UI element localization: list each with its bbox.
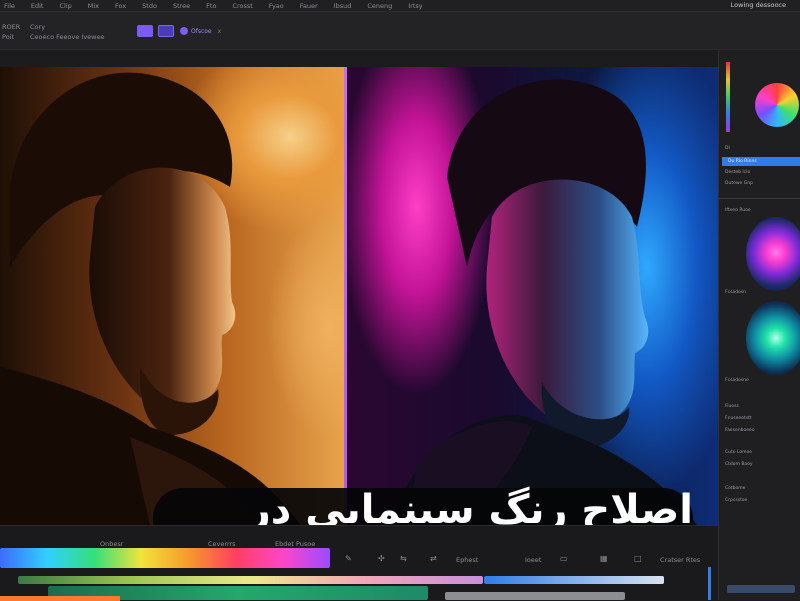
- toolbar-col-sequence: Cory Ceoeco Feeove Ivewee: [30, 22, 104, 42]
- panel-label-8[interactable]: Fnuseeotstt: [725, 416, 752, 421]
- menu-stdo[interactable]: Stdo: [142, 2, 157, 10]
- after-image: [347, 67, 718, 525]
- timeline-label-tl: Ebdet Pusoe: [275, 540, 316, 548]
- timeline-label-left: Onbesr: [100, 540, 124, 548]
- midtones-wheel[interactable]: [746, 301, 800, 375]
- fx-chip[interactable]: Ofscoe x: [180, 26, 221, 36]
- menu-bar: File Edit Clip Mix Fox Stdo Stree Fto Cr…: [0, 0, 800, 12]
- toolbar-col1-line2: Poit: [2, 33, 15, 41]
- menu-ibsud[interactable]: Ibsud: [334, 2, 352, 10]
- man-silhouette-cool: [387, 79, 697, 525]
- ripple-icon[interactable]: ⇆: [400, 554, 407, 563]
- fx-dot-icon: [180, 27, 188, 35]
- layers-button[interactable]: [158, 25, 174, 37]
- panel-selected-row[interactable]: Du Rio Rinns: [722, 157, 800, 166]
- toolbar-col-left: ROER Poit: [2, 22, 20, 42]
- menu-edit[interactable]: Edit: [31, 2, 44, 10]
- menu-clip[interactable]: Clip: [59, 2, 71, 10]
- panel-label-9[interactable]: Faesenboeeo: [725, 428, 755, 433]
- program-monitor[interactable]: اصلاح رنگ سینمایی در پریمیر: [0, 67, 718, 579]
- workspace-selector[interactable]: Lowing dessooce: [731, 1, 786, 9]
- audio-meter-track: [0, 596, 120, 601]
- panel-label-13[interactable]: Crpcsstoe: [725, 498, 747, 503]
- timeline-ioeet[interactable]: Ioeet: [525, 556, 541, 564]
- folder-icon[interactable]: ▭: [560, 554, 568, 563]
- timeline-label-mid: Ceverrrs: [208, 540, 236, 548]
- menu-fox[interactable]: Fox: [115, 2, 126, 10]
- audio-clip-track-2[interactable]: [445, 592, 625, 600]
- text-icon[interactable]: □: [634, 554, 642, 563]
- menu-mix[interactable]: Mix: [88, 2, 99, 10]
- panel-label-dl: Dl: [725, 146, 730, 151]
- before-image: [0, 67, 344, 525]
- panel-label-12[interactable]: Cotbome: [725, 486, 745, 491]
- menu-stree[interactable]: Stree: [173, 2, 190, 10]
- color-tool-button[interactable]: [137, 25, 153, 37]
- video-clip-track-1[interactable]: [18, 576, 483, 584]
- video-clip-track-2[interactable]: [484, 576, 664, 584]
- close-icon[interactable]: x: [218, 28, 222, 35]
- panel-label-7[interactable]: Fiuoss: [725, 404, 739, 409]
- lumetri-panel: Dl Du Rio Rinns Desteb Iclo Dutewe Gnp I…: [718, 50, 800, 600]
- panel-label-5: Fcsadosn: [725, 290, 746, 295]
- slip-icon[interactable]: ⇄: [430, 554, 437, 563]
- panel-label-11[interactable]: Ctdom Baoy: [725, 462, 753, 467]
- timeline-rulers[interactable]: Cratser Rtes: [660, 556, 700, 564]
- toolbar: ROER Poit Cory Ceoeco Feeove Ivewee Ofsc…: [0, 12, 800, 50]
- histogram-strip: [726, 62, 730, 132]
- pen-icon[interactable]: ✎: [345, 554, 352, 563]
- panel-label-4: Ifteeo Ruoe: [725, 208, 751, 213]
- timeline-epithet[interactable]: Ephest: [456, 556, 478, 564]
- panel-label-2[interactable]: Desteb Iclo: [725, 170, 750, 175]
- panel-divider: [719, 198, 800, 199]
- menu-irtsy[interactable]: Irtsy: [408, 2, 422, 10]
- panel-label-10[interactable]: Cuto Lomoe: [725, 450, 752, 455]
- man-silhouette-warm: [0, 72, 300, 525]
- panel-selected-label: Du Rio Rinns: [728, 159, 757, 164]
- timeline-scrollbar[interactable]: [708, 567, 711, 600]
- timeline-panel: Onbesr Ceverrrs Ebdet Pusoe ✎ ✣ ⇆ ⇄ Ephe…: [0, 525, 718, 601]
- panel-label-6: Fcsadosne: [725, 378, 749, 383]
- grid-icon[interactable]: ▦: [600, 554, 608, 563]
- menu-ceneng[interactable]: Ceneng: [367, 2, 392, 10]
- color-wheel-main[interactable]: [755, 83, 799, 127]
- toolbar-col1-line1: ROER: [2, 23, 21, 31]
- fx-chip-label: Ofscoe: [191, 27, 212, 35]
- panel-button-bottom[interactable]: [727, 585, 795, 593]
- toolbar-col2-line1: Cory: [30, 23, 46, 31]
- toolbar-col2-line2[interactable]: Ceoeco Feeove Ivewee: [30, 32, 104, 42]
- color-spectrum-track[interactable]: [0, 548, 330, 568]
- panel-label-3[interactable]: Dutewe Gnp: [725, 181, 753, 186]
- menu-file[interactable]: File: [4, 2, 15, 10]
- menu-fto[interactable]: Fto: [206, 2, 216, 10]
- marker-icon[interactable]: ✣: [378, 554, 385, 563]
- menu-crosst[interactable]: Crosst: [232, 2, 252, 10]
- shadows-wheel[interactable]: [746, 217, 800, 291]
- menu-fauer[interactable]: Fauer: [300, 2, 318, 10]
- menu-fyao[interactable]: Fyao: [269, 2, 284, 10]
